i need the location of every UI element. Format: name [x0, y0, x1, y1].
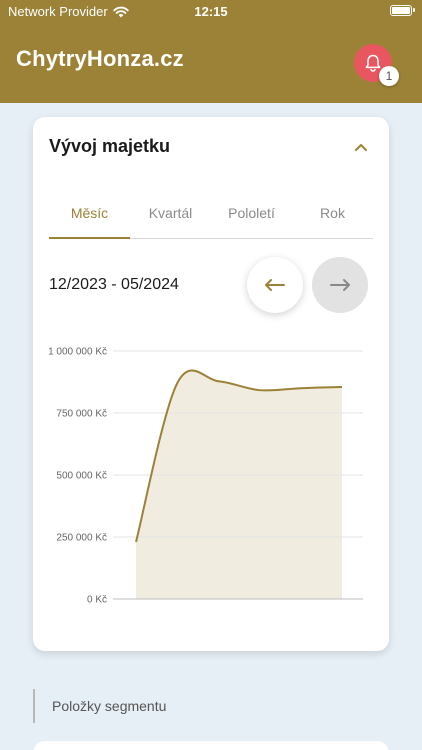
segment-items-label: Položky segmentu [52, 698, 167, 714]
y-tick-label: 1 000 000 Kč [48, 347, 107, 358]
app-header: Network Provider 12:15 ChytryHonza.cz 1 [0, 0, 422, 103]
y-tick-label: 250 000 Kč [56, 533, 107, 544]
previous-period-button[interactable] [247, 257, 303, 313]
battery-icon [390, 5, 415, 16]
asset-development-card: Vývoj majetku Měsíc Kvartál Pololetí Rok… [33, 117, 389, 651]
notification-count-badge: 1 [379, 66, 399, 86]
section-label: Položky segmentu [33, 689, 333, 723]
arrow-right-icon [330, 279, 350, 291]
card-title: Vývoj majetku [49, 136, 171, 156]
next-period-button[interactable] [312, 257, 368, 313]
y-tick-label: 750 000 Kč [56, 409, 107, 420]
area-fill [136, 370, 342, 599]
date-range-label: 12/2023 - 05/2024 [49, 276, 179, 293]
y-tick-label: 0 Kč [87, 595, 107, 606]
status-bar: Network Provider 12:15 [0, 0, 422, 22]
status-time: 12:15 [194, 4, 228, 19]
active-tab-indicator [49, 237, 130, 239]
tab-half-year[interactable]: Pololetí [211, 205, 292, 221]
segment-items-card [33, 741, 389, 750]
logo-text: ChytryHonza.cz [16, 46, 184, 71]
y-tick-label: 500 000 Kč [56, 471, 107, 482]
tab-year[interactable]: Rok [292, 205, 373, 221]
tab-month[interactable]: Měsíc [49, 205, 130, 221]
asset-chart: 0 Kč 250 000 Kč 500 000 Kč 750 000 Kč 1 000 … [48, 347, 363, 606]
arrow-left-icon [265, 279, 285, 291]
period-tabs: Měsíc Kvartál Pololetí Rok [49, 197, 373, 239]
tab-quarter[interactable]: Kvartál [130, 205, 211, 221]
chevron-up-icon[interactable] [353, 139, 369, 155]
app-logo[interactable]: ChytryHonza.cz [16, 46, 184, 72]
